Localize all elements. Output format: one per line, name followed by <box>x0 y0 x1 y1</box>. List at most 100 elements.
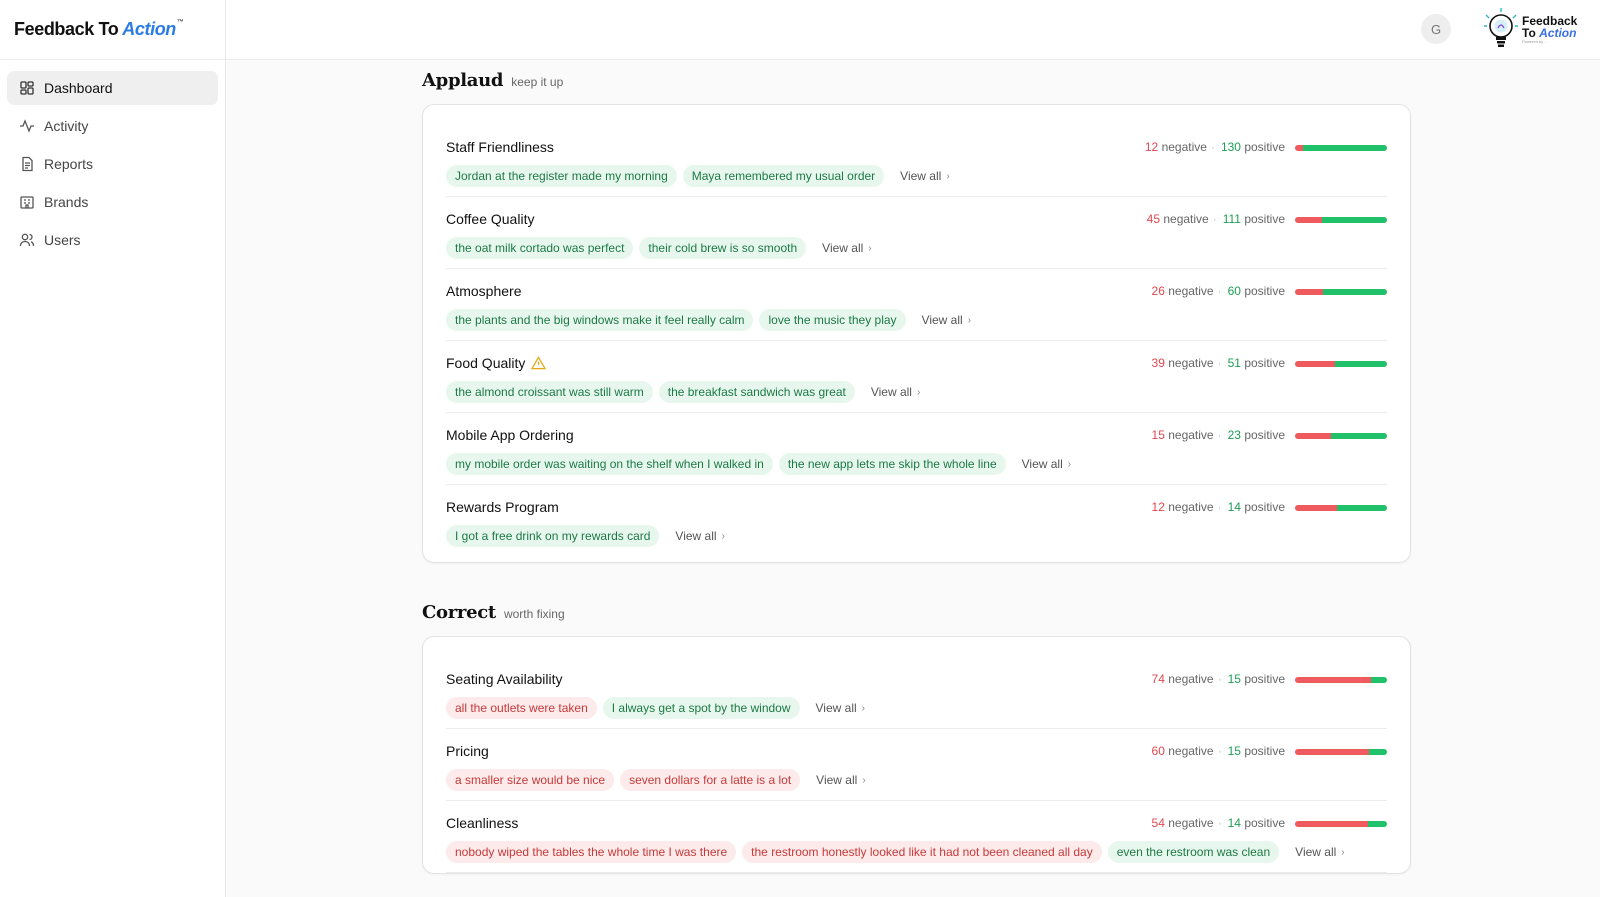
positive-quote-chip[interactable]: the almond croissant was still warm <box>446 381 653 403</box>
topic-name: Cleanliness <box>446 815 519 831</box>
negative-quote-chip[interactable]: a smaller size would be nice <box>446 769 615 791</box>
positive-quote-chip[interactable]: my mobile order was waiting on the shelf… <box>446 453 773 475</box>
partner-logo-line2b: Action <box>1539 26 1577 40</box>
negative-label: negative <box>1168 356 1214 370</box>
positive-label: positive <box>1244 140 1285 154</box>
sidebar-item-activity[interactable]: Activity <box>7 109 218 143</box>
quote-chips: Jordan at the register made my morning Ma… <box>446 165 950 187</box>
view-all-link[interactable]: View all › <box>675 529 724 543</box>
sentiment-bar-positive <box>1368 821 1387 827</box>
quote-chips: the plants and the big windows make it f… <box>446 309 971 331</box>
positive-count: 14 <box>1227 816 1241 830</box>
negative-label: negative <box>1163 212 1209 226</box>
view-all-label: View all <box>870 385 912 399</box>
topic-name: Mobile App Ordering <box>446 427 574 443</box>
sentiment-counts: 60 negative · 15 positive <box>1152 744 1285 758</box>
topic-row[interactable]: Atmosphere 26 negative · 60 positive the pla… <box>446 269 1387 341</box>
dashboard-icon <box>19 80 35 96</box>
topic-name: Seating Availability <box>446 671 563 687</box>
positive-quote-chip[interactable]: the new app lets me skip the whole line <box>778 453 1006 475</box>
negative-count: 39 <box>1151 356 1165 370</box>
view-all-link[interactable]: View all › <box>1022 457 1071 471</box>
lightbulb-icon <box>1484 8 1518 47</box>
positive-count: 130 <box>1220 140 1241 154</box>
sentiment-bar-negative <box>1295 749 1369 755</box>
negative-count: 12 <box>1151 500 1165 514</box>
separator: · <box>1210 140 1215 154</box>
positive-quote-chip[interactable]: their cold brew is so smooth <box>639 237 807 259</box>
separator: · <box>1217 500 1222 514</box>
positive-count: 60 <box>1227 284 1241 298</box>
positive-quote-chip[interactable]: even the restroom was clean <box>1107 841 1280 863</box>
positive-quote-chip[interactable]: the oat milk cortado was perfect <box>446 237 634 259</box>
chevron-right-icon: › <box>946 170 950 182</box>
sentiment-counts: 12 negative · 14 positive <box>1152 500 1285 514</box>
positive-quote-chip[interactable]: love the music they play <box>759 309 906 331</box>
topic-row[interactable]: Rewards Program 12 negative · 14 positive I … <box>446 485 1387 550</box>
positive-quote-chip[interactable]: the plants and the big windows make it f… <box>446 309 754 331</box>
sidebar-item-label: Users <box>44 232 81 248</box>
topic-row[interactable]: Mobile App Ordering 15 negative · 23 positi… <box>446 413 1387 485</box>
topic-row[interactable]: Food Quality 39 negative · 51 positive the a… <box>446 341 1387 413</box>
view-all-link[interactable]: View all › <box>816 773 865 787</box>
brand-accent: Action <box>122 19 176 39</box>
section-subtitle: worth fixing <box>503 607 565 621</box>
topic-row[interactable]: Coffee Quality 45 negative · 111 positive th… <box>446 197 1387 269</box>
sidebar-item-brands[interactable]: Brands <box>7 185 218 219</box>
negative-label: negative <box>1168 744 1214 758</box>
negative-quote-chip[interactable]: seven dollars for a latte is a lot <box>620 769 801 791</box>
brand-logo[interactable]: Feedback To Action™ <box>0 0 225 60</box>
section-title: Correct <box>422 602 496 623</box>
sentiment-bar <box>1295 145 1387 151</box>
warning-icon <box>531 356 547 370</box>
negative-label: negative <box>1161 140 1207 154</box>
negative-quote-chip[interactable]: the restroom honestly looked like it had… <box>742 841 1102 863</box>
positive-quote-chip[interactable]: Maya remembered my usual order <box>682 165 885 187</box>
separator: · <box>1217 356 1222 370</box>
sidebar-item-dashboard[interactable]: Dashboard <box>7 71 218 105</box>
positive-label: positive <box>1244 500 1285 514</box>
sidebar-item-label: Dashboard <box>44 80 113 96</box>
quote-chips: the almond croissant was still warm the b… <box>446 381 920 403</box>
topic-row[interactable]: Seating Availability 74 negative · 15 posit… <box>446 657 1387 729</box>
topic-row[interactable]: Pricing 60 negative · 15 positive a smaller … <box>446 729 1387 801</box>
negative-quote-chip[interactable]: nobody wiped the tables the whole time I… <box>446 841 737 863</box>
sentiment-counts: 12 negative · 130 positive <box>1145 140 1285 154</box>
avatar[interactable]: G <box>1421 14 1451 44</box>
positive-quote-chip[interactable]: I got a free drink on my rewards card <box>446 525 660 547</box>
sidebar-item-users[interactable]: Users <box>7 223 218 257</box>
sentiment-bar <box>1295 361 1387 367</box>
brands-icon <box>19 194 35 210</box>
positive-quote-chip[interactable]: I always get a spot by the window <box>602 697 800 719</box>
view-all-link[interactable]: View all › <box>900 169 949 183</box>
sentiment-bar <box>1295 677 1387 683</box>
sentiment-bar-negative <box>1295 145 1303 151</box>
negative-quote-chip[interactable]: all the outlets were taken <box>446 697 597 719</box>
positive-label: positive <box>1244 816 1285 830</box>
negative-count: 15 <box>1151 428 1165 442</box>
sentiment-bar-negative <box>1295 821 1369 827</box>
view-all-link[interactable]: View all › <box>816 701 865 715</box>
section-header-correct: Correct worth fixing <box>422 602 565 623</box>
view-all-label: View all <box>816 773 858 787</box>
sentiment-bar-positive <box>1334 361 1387 367</box>
positive-count: 15 <box>1227 672 1241 686</box>
view-all-link[interactable]: View all › <box>1295 845 1344 859</box>
view-all-label: View all <box>900 169 942 183</box>
positive-quote-chip[interactable]: Jordan at the register made my morning <box>446 165 677 187</box>
sentiment-bar-positive <box>1331 433 1387 439</box>
sentiment-bar-positive <box>1321 217 1387 223</box>
view-all-link[interactable]: View all › <box>922 313 971 327</box>
sentiment-counts: 39 negative · 51 positive <box>1152 356 1285 370</box>
chevron-right-icon: › <box>861 702 865 714</box>
view-all-link[interactable]: View all › <box>871 385 920 399</box>
topic-row[interactable]: Staff Friendliness 12 negative · 130 positi… <box>446 125 1387 197</box>
view-all-link[interactable]: View all › <box>822 241 871 255</box>
sidebar-item-reports[interactable]: Reports <box>7 147 218 181</box>
activity-icon <box>19 118 35 134</box>
positive-quote-chip[interactable]: the breakfast sandwich was great <box>658 381 855 403</box>
section-card-applaud: Staff Friendliness 12 negative · 130 positi… <box>422 104 1411 563</box>
topic-row[interactable]: Cleanliness 54 negative · 14 positive nobody… <box>446 801 1387 873</box>
separator: · <box>1217 744 1222 758</box>
negative-label: negative <box>1168 672 1214 686</box>
